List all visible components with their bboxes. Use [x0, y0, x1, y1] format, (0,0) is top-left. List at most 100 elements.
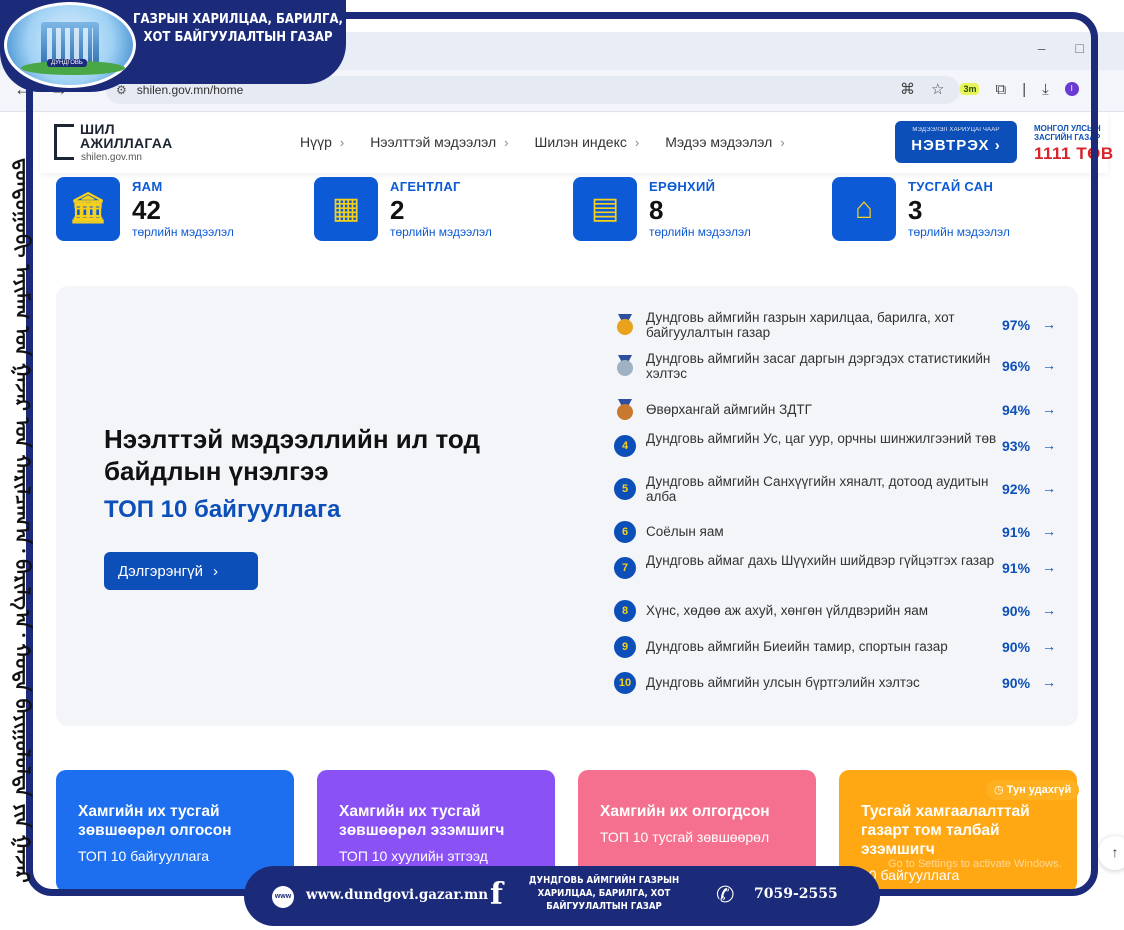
menu-item-glass-index[interactable]: Шилэн индекс › — [534, 134, 639, 150]
arrow-right-icon[interactable]: → — [1042, 638, 1056, 654]
more-button[interactable]: Дэлгэрэнгүй › — [104, 552, 258, 590]
ranking-org-name: Хүнс, хөдөө аж ахуй, хөнгөн үйлдвэрийн я… — [646, 603, 929, 618]
shilen-logo-icon — [54, 124, 74, 160]
arrow-right-icon[interactable]: → — [1042, 357, 1056, 373]
arrow-right-icon[interactable]: → — [1042, 437, 1056, 453]
browser-actions: ⌘ ☆ 3m ⧉ | ⤓ I — [900, 80, 1079, 98]
ranking-org-name: Дундговь аймгийн Санхүүгийн хяналт, дото… — [646, 474, 989, 504]
rank-number-badge: 7 — [614, 557, 636, 579]
rank-number-badge: 4 — [614, 435, 636, 457]
ranking-score: 96% — [1002, 358, 1031, 374]
ranking-org-name: Өвөрхангай аймгийн ЗДТГ — [646, 402, 812, 417]
profile-avatar[interactable]: I — [1064, 82, 1079, 96]
extensions-puzzle-icon[interactable]: ⧉ — [995, 81, 1006, 98]
stat-special-fund[interactable]: ⌂ ТУСГАЙ САН 3 төрлийн мэдээлэл — [832, 177, 1072, 241]
logo-url: shilen.gov.mn — [81, 152, 142, 163]
rank-number-badge: 10 — [614, 672, 636, 694]
ranking-score: 92% — [1002, 481, 1031, 497]
stat-sub: төрлийн мэдээлэл — [390, 225, 492, 239]
menu-label: Нээлттэй мэдээлэл — [370, 134, 497, 150]
mongolian-script-strip: ᠳ᠋ᠤᠨᠳᠤᠭᠣᠪᠢ ᠠᠶᠢᠮᠠᠭ ᠤᠨ ᠭᠠᠵᠠᠷ ᠤᠨ ᠬᠠᠷᠢᠯᠴᠠᠭ᠎ᠠ… — [0, 158, 46, 883]
chevron-right-icon: › — [213, 562, 218, 580]
menu-item-open-data[interactable]: Нээлттэй мэдээлэл › — [370, 134, 508, 150]
arrow-right-icon[interactable]: → — [1042, 401, 1056, 417]
ranking-subtitle: ТОП 10 байгууллага — [104, 496, 341, 523]
bronze-medal-icon — [615, 399, 635, 421]
org-emblem-logo: ДУНДГОВЬ — [4, 2, 136, 88]
silver-medal-icon — [615, 355, 635, 377]
arrow-right-icon[interactable]: → — [1042, 480, 1056, 496]
org-title: ГАЗРЫН ХАРИЛЦАА, БАРИЛГА, ХОТ БАЙГУУЛАЛТ… — [133, 12, 343, 45]
ranking-org-name: Дундговь аймаг дахь Шүүхийн шийдвэр гүйц… — [646, 553, 995, 568]
ranking-title-line2: байдлын үнэлгээ — [104, 456, 329, 486]
stat-value: 2 — [390, 195, 405, 225]
menu-item-news[interactable]: Мэдээ мэдээлэл › — [665, 134, 784, 150]
stat-value: 8 — [649, 195, 664, 225]
stat-ministry[interactable]: 🏛 ЯАМ 42 төрлийн мэдээлэл — [56, 177, 296, 241]
stat-label: АГЕНТЛАГ — [390, 179, 461, 194]
gov-label[interactable]: МОНГОЛ УЛСЫН ЗАСГИЙН ГАЗАР — [1034, 124, 1114, 142]
login-label: НЭВТРЭХ › — [911, 137, 1001, 154]
rank-number-badge: 9 — [614, 636, 636, 658]
stat-general[interactable]: ▤ ЕРӨНХИЙ 8 төрлийн мэдээлэл — [573, 177, 813, 241]
menu-item-home[interactable]: Нүүр › — [300, 134, 344, 150]
arrow-right-icon[interactable]: → — [1042, 523, 1056, 539]
arrow-right-icon[interactable]: → — [1042, 602, 1056, 618]
chevron-right-icon: › — [780, 134, 785, 150]
mongolian-script-text: ᠳ᠋ᠤᠨᠳᠤᠭᠣᠪᠢ ᠠᠶᠢᠮᠠᠭ ᠤᠨ ᠭᠠᠵᠠᠷ ᠤᠨ ᠬᠠᠷᠢᠯᠴᠠᠭ᠎ᠠ… — [10, 157, 35, 883]
ranking-score: 90% — [1002, 603, 1031, 619]
logo-line2[interactable]: АЖИЛЛАГАА — [80, 135, 173, 151]
chevron-right-icon: › — [504, 134, 509, 150]
windows-activation-watermark: Go to Settings to activate Windows. — [888, 858, 1062, 870]
stat-label: ТУСГАЙ САН — [908, 179, 994, 194]
phone-icon: ✆ — [716, 882, 735, 907]
ministry-icon: 🏛 — [56, 177, 120, 241]
card-title: Тусгай хамгаалалттай газарт том талбай э… — [861, 803, 1030, 858]
stat-agency[interactable]: ▦ АГЕНТЛАГ 2 төрлийн мэдээлэл — [314, 177, 554, 241]
document-icon: ▤ — [573, 177, 637, 241]
footer-org: ДУНДГОВЬ АЙМГИЙН ГАЗРЫН ХАРИЛЦАА, БАРИЛГ… — [528, 875, 680, 912]
gov-1111-logo[interactable]: 1111 ТӨВ — [1034, 144, 1114, 164]
coming-soon-badge: ◷ Тун удахгүй — [986, 780, 1080, 800]
minimize-icon[interactable]: – — [1038, 40, 1046, 56]
footer-phone: 7059-2555 — [754, 886, 838, 902]
special-fund-icon: ⌂ — [832, 177, 896, 241]
footer-website: www.dundgovi.gazar.mn — [306, 887, 489, 903]
stat-value: 42 — [132, 195, 161, 225]
login-button[interactable]: МЭДЭЭЛЭЛ ХАРИУЦАГЧААР НЭВТРЭХ › — [895, 121, 1017, 163]
download-icon[interactable]: ⤓ — [1042, 81, 1049, 98]
org-badge: ДУНДГОВЬ ГАЗРЫН ХАРИЛЦАА, БАРИЛГА, ХОТ Б… — [0, 0, 346, 92]
stat-sub: төрлийн мэдээлэл — [132, 225, 234, 239]
arrow-right-icon[interactable]: → — [1042, 316, 1056, 332]
stat-value: 3 — [908, 195, 923, 225]
stat-label: ЕРӨНХИЙ — [649, 179, 716, 194]
main-menu: Нүүр › Нээлттэй мэдээлэл › Шилэн индекс › М… — [300, 134, 785, 150]
ranking-org-name: Дундговь аймгийн улсын бүртгэлийн хэлтэс — [646, 675, 920, 690]
chevron-right-icon: › — [634, 134, 640, 150]
arrow-right-icon[interactable]: → — [1042, 559, 1056, 575]
card-sub: ТОП 10 тусгай зөвшөөрөл — [600, 829, 770, 845]
scroll-top-icon[interactable]: ↑ — [1098, 836, 1124, 870]
agency-building-icon: ▦ — [314, 177, 378, 241]
gold-medal-icon — [615, 314, 635, 336]
ranking-score: 91% — [1002, 560, 1031, 576]
more-button-label: Дэлгэрэнгүй — [118, 562, 203, 580]
ranking-score: 91% — [1002, 524, 1031, 540]
globe-www-icon: www — [272, 886, 294, 908]
ranking-score: 90% — [1002, 675, 1031, 691]
menu-label: Нүүр — [300, 134, 332, 150]
translate-icon[interactable]: ⌘ — [900, 80, 915, 98]
extension-badge[interactable]: 3m — [960, 83, 980, 95]
ranking-org-name: Дундговь аймгийн Ус, цаг уур, орчны шинж… — [646, 431, 997, 446]
stat-sub: төрлийн мэдээлэл — [908, 225, 1010, 239]
emblem-tag: ДУНДГОВЬ — [47, 59, 87, 67]
card-title: Хамгийн их тусгай зөвшөөрөл олгосон — [78, 803, 232, 839]
bookmark-star-icon[interactable]: ☆ — [931, 80, 944, 98]
menu-label: Мэдээ мэдээлэл — [665, 134, 773, 150]
stat-label: ЯАМ — [132, 179, 163, 194]
maximize-icon[interactable]: □ — [1076, 40, 1084, 56]
ranking-score: 94% — [1002, 402, 1031, 418]
footer-banner: www www.dundgovi.gazar.mn f ДУНДГОВЬ АЙМ… — [244, 866, 880, 926]
arrow-right-icon[interactable]: → — [1042, 674, 1056, 690]
ranking-score: 97% — [1002, 317, 1031, 333]
